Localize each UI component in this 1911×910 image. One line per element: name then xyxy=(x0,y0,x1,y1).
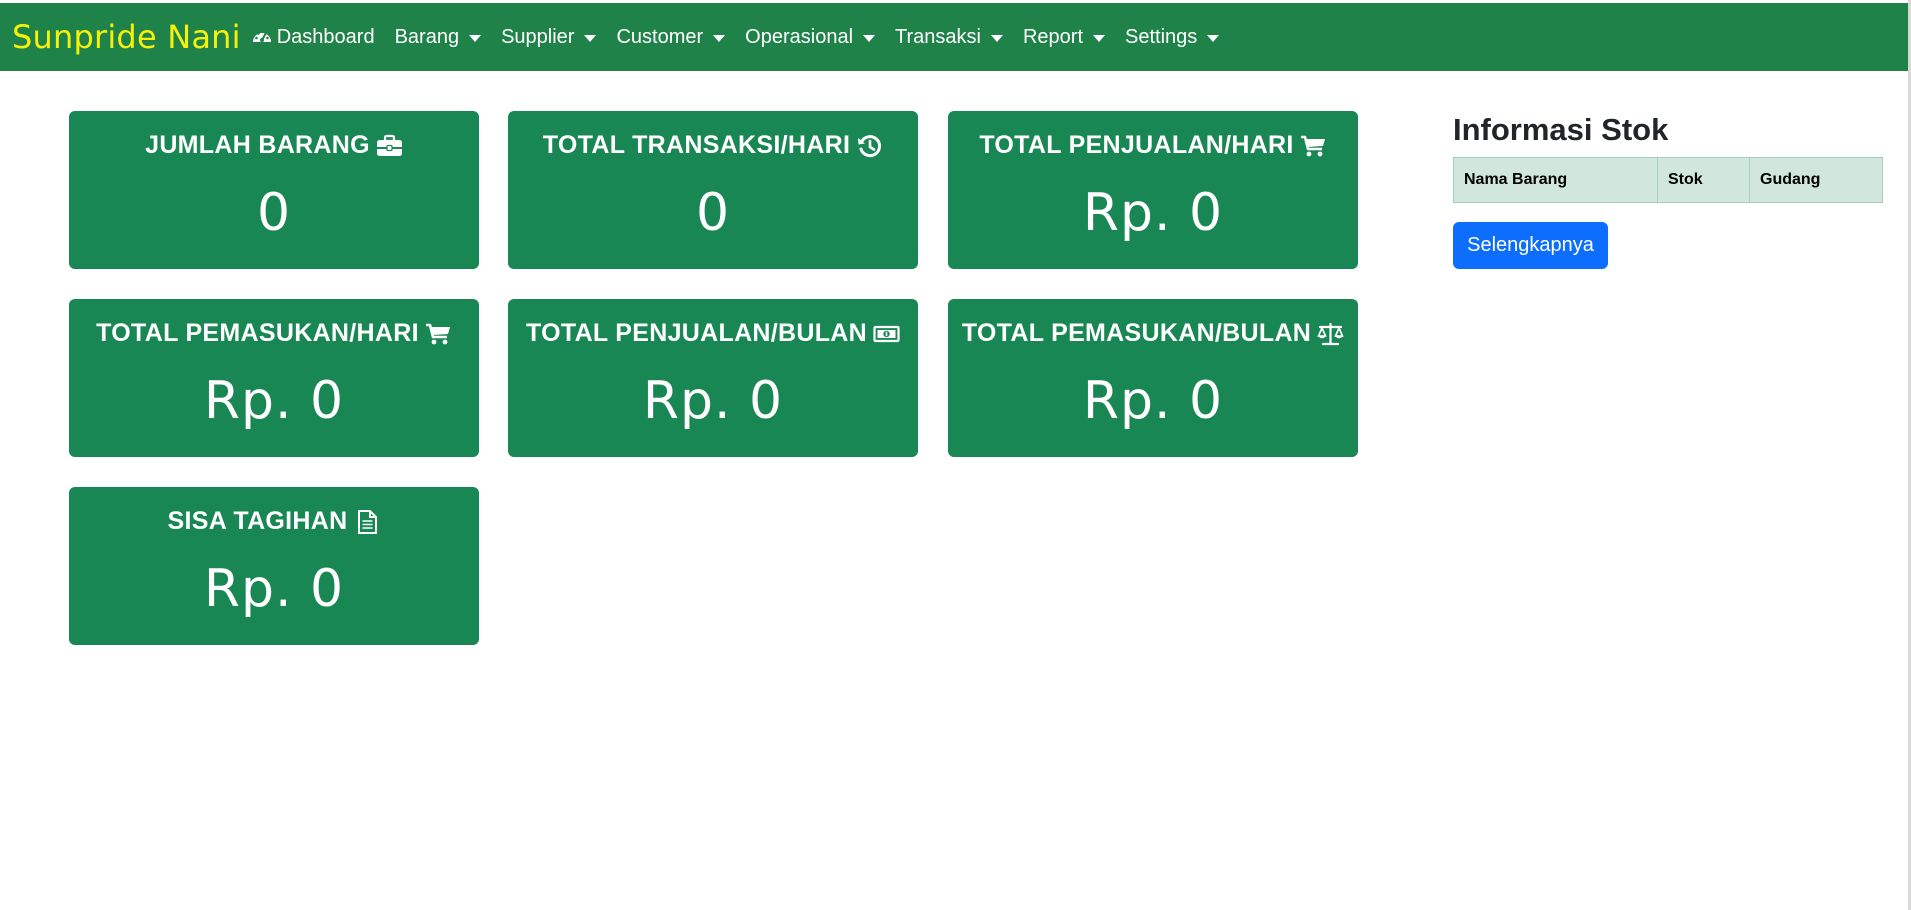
document-icon xyxy=(354,509,381,535)
card-title: JUMLAH BARANG xyxy=(145,131,370,159)
card-value: Rp. 0 xyxy=(642,371,784,431)
nav-supplier[interactable]: Supplier xyxy=(501,25,597,49)
card-sisa-tagihan: SISA TAGIHAN Rp. 0 xyxy=(69,487,479,645)
nav-dashboard-label: Dashboard xyxy=(276,25,375,48)
see-more-button[interactable]: Selengkapnya xyxy=(1453,222,1608,269)
chevron-down-icon xyxy=(584,34,597,42)
balance-scale-icon xyxy=(1317,321,1344,347)
nav-operasional[interactable]: Operasional xyxy=(745,25,876,49)
nav-dashboard[interactable]: Dashboard xyxy=(251,26,375,49)
stock-table: Nama Barang Stok Gudang xyxy=(1453,157,1883,203)
card-title: SISA TAGIHAN xyxy=(167,507,348,535)
money-icon xyxy=(873,321,900,347)
chevron-down-icon xyxy=(863,34,876,42)
card-title: TOTAL PEMASUKAN/BULAN xyxy=(961,319,1312,347)
nav-transaksi-label: Transaksi xyxy=(895,25,981,48)
card-value: 0 xyxy=(695,183,731,243)
card-total-pemasukan-hari: TOTAL PEMASUKAN/HARI Rp. 0 xyxy=(69,299,479,457)
nav-customer[interactable]: Customer xyxy=(616,25,726,49)
card-value: 0 xyxy=(256,183,292,243)
nav-settings-label: Settings xyxy=(1125,25,1198,48)
chevron-down-icon xyxy=(1093,34,1105,42)
cart-icon xyxy=(1300,133,1327,159)
stock-info-title: Informasi Stok xyxy=(1453,112,1669,147)
nav-customer-label: Customer xyxy=(616,25,704,48)
nav-supplier-label: Supplier xyxy=(501,25,575,48)
nav-barang[interactable]: Barang xyxy=(395,26,482,49)
card-title: TOTAL TRANSAKSI/HARI xyxy=(542,131,851,159)
card-value: Rp. 0 xyxy=(1082,183,1224,243)
briefcase-icon xyxy=(376,133,403,159)
nav-settings[interactable]: Settings xyxy=(1125,25,1220,49)
nav-report-label: Report xyxy=(1022,25,1083,48)
history-icon xyxy=(856,133,883,159)
card-jumlah-barang: JUMLAH BARANG 0 xyxy=(69,111,479,269)
brand-logo[interactable]: Sunpride Nani xyxy=(12,18,241,56)
card-total-penjualan-hari: TOTAL PENJUALAN/HARI Rp. 0 xyxy=(948,111,1358,269)
card-title: TOTAL PEMASUKAN/HARI xyxy=(96,319,419,347)
column-header-stok: Stok xyxy=(1657,157,1750,203)
card-total-pemasukan-bulan: TOTAL PEMASUKAN/BULAN Rp. 0 xyxy=(948,299,1358,457)
card-total-penjualan-bulan: TOTAL PENJUALAN/BULAN Rp. 0 xyxy=(508,299,918,457)
nav-report[interactable]: Report xyxy=(1023,26,1105,49)
chevron-down-icon xyxy=(469,34,482,42)
card-value: Rp. 0 xyxy=(1082,371,1224,431)
card-title: TOTAL PENJUALAN/BULAN xyxy=(525,319,868,347)
card-title: TOTAL PENJUALAN/HARI xyxy=(979,131,1294,159)
nav-barang-label: Barang xyxy=(394,25,460,48)
column-header-gudang: Gudang xyxy=(1749,157,1883,203)
card-value: Rp. 0 xyxy=(203,559,345,619)
nav-transaksi[interactable]: Transaksi xyxy=(895,26,1003,49)
chevron-down-icon xyxy=(990,34,1003,42)
card-total-transaksi-hari: TOTAL TRANSAKSI/HARI 0 xyxy=(508,111,918,269)
column-header-nama-barang: Nama Barang xyxy=(1453,157,1658,203)
top-navbar: Sunpride Nani Dashboard Barang Supplier … xyxy=(0,3,1908,71)
chevron-down-icon xyxy=(1207,34,1220,42)
gauge-icon xyxy=(251,26,273,48)
table-header-row: Nama Barang Stok Gudang xyxy=(1453,157,1883,203)
chevron-down-icon xyxy=(713,34,726,42)
cart-icon xyxy=(425,321,452,347)
card-value: Rp. 0 xyxy=(203,371,345,431)
nav-operasional-label: Operasional xyxy=(745,25,854,48)
